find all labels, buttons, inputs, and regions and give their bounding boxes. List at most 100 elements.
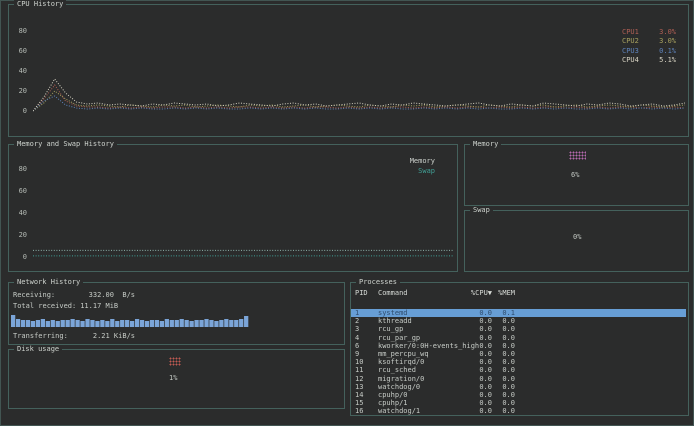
- process-cell-cmd: rcu_par_gp: [378, 334, 458, 342]
- memory-gauge-title: Memory: [470, 140, 501, 149]
- process-cell-pid: 11: [351, 366, 378, 374]
- cpu-legend-label: CPU2: [622, 37, 646, 46]
- cpu-legend-value: 5.1%: [646, 56, 676, 65]
- process-cell-mem: 0.0: [492, 366, 515, 374]
- process-row[interactable]: 9mm_percpu_wq0.00.0: [351, 350, 686, 358]
- y-tick-label: 0: [11, 107, 27, 115]
- y-tick-label: 60: [11, 187, 27, 195]
- transferring-value: 2.21 KiB/s: [76, 332, 135, 340]
- cpu-legend-row: CPU13.0%: [622, 28, 676, 37]
- cpu-history-chart: [33, 21, 685, 117]
- process-cell-cpu: 0.0: [458, 342, 492, 350]
- process-cell-mem: 0.0: [492, 383, 515, 391]
- process-cell-mem: 0.1: [492, 309, 515, 317]
- process-row[interactable]: 6kworker/0:0H-events_high0.00.0: [351, 342, 686, 350]
- memory-gauge-donut: [569, 151, 586, 160]
- process-cell-cpu: 0.0: [458, 358, 492, 366]
- network-receiving-line: Receiving: 332.00 B/s: [13, 291, 135, 299]
- process-cell-pid: 3: [351, 325, 378, 333]
- total-received-label: Total received:: [13, 302, 76, 310]
- process-row[interactable]: 13watchdog/00.00.0: [351, 383, 686, 391]
- system-monitor-screen: CPU History 806040200 CPU13.0%CPU23.0%CP…: [0, 0, 694, 426]
- swap-gauge-percent: 0%: [573, 233, 581, 241]
- process-cell-pid: 12: [351, 375, 378, 383]
- cpu-legend-label: CPU4: [622, 56, 646, 65]
- memory-swap-legend: Memory Swap: [410, 157, 435, 176]
- disk-usage-donut: [169, 357, 181, 366]
- y-tick-label: 40: [11, 67, 27, 75]
- process-cell-pid: 1: [351, 309, 378, 317]
- cpu-legend-value: 0.1%: [646, 47, 676, 56]
- col-header-command[interactable]: Command: [378, 289, 458, 297]
- process-cell-mem: 0.0: [492, 325, 515, 333]
- process-cell-mem: 0.0: [492, 391, 515, 399]
- y-tick-label: 20: [11, 231, 27, 239]
- cpu-legend-row: CPU45.1%: [622, 56, 676, 65]
- process-row[interactable]: 11rcu_sched0.00.0: [351, 366, 686, 374]
- swap-gauge-title: Swap: [470, 206, 493, 215]
- processes-table[interactable]: 1systemd0.00.12kthreadd0.00.03rcu_gp0.00…: [351, 309, 686, 415]
- y-tick-label: 80: [11, 165, 27, 173]
- process-cell-cpu: 0.0: [458, 375, 492, 383]
- disk-usage-panel: Disk usage 1%: [8, 349, 345, 409]
- process-row[interactable]: 14cpuhp/00.00.0: [351, 391, 686, 399]
- receiving-value: 332.00 B/s: [76, 291, 135, 299]
- process-cell-pid: 10: [351, 358, 378, 366]
- cpu-history-panel: CPU History 806040200 CPU13.0%CPU23.0%CP…: [8, 4, 689, 137]
- col-header-mem[interactable]: %MEM: [492, 289, 515, 297]
- process-cell-cmd: rcu_sched: [378, 366, 458, 374]
- process-row[interactable]: 4rcu_par_gp0.00.0: [351, 334, 686, 342]
- process-row[interactable]: 3rcu_gp0.00.0: [351, 325, 686, 333]
- disk-usage-percent: 1%: [169, 374, 177, 382]
- y-tick-label: 80: [11, 27, 27, 35]
- process-cell-cmd: cpuhp/1: [378, 399, 458, 407]
- process-cell-pid: 2: [351, 317, 378, 325]
- cpu-legend-value: 3.0%: [646, 37, 676, 46]
- network-history-panel: Network History Receiving: 332.00 B/s To…: [8, 282, 345, 345]
- process-cell-cmd: mm_percpu_wq: [378, 350, 458, 358]
- process-row-selected[interactable]: 1systemd0.00.1: [351, 309, 686, 317]
- process-cell-mem: 0.0: [492, 375, 515, 383]
- process-cell-pid: 9: [351, 350, 378, 358]
- process-cell-mem: 0.0: [492, 358, 515, 366]
- process-row[interactable]: 15cpuhp/10.00.0: [351, 399, 686, 407]
- cpu-legend-label: CPU3: [622, 47, 646, 56]
- col-header-pid[interactable]: PID: [351, 289, 378, 297]
- network-transferring-line: Transferring: 2.21 KiB/s: [13, 332, 135, 340]
- y-tick-label: 40: [11, 209, 27, 217]
- processes-header-row: PID Command %CPU▼ %MEM: [351, 289, 686, 297]
- process-cell-cpu: 0.0: [458, 309, 492, 317]
- process-cell-cpu: 0.0: [458, 334, 492, 342]
- disk-usage-title: Disk usage: [14, 345, 62, 354]
- process-cell-cpu: 0.0: [458, 383, 492, 391]
- network-total-received-line: Total received: 11.17 MiB: [13, 302, 118, 310]
- process-cell-cmd: watchdog/0: [378, 383, 458, 391]
- process-cell-pid: 16: [351, 407, 378, 415]
- process-cell-mem: 0.0: [492, 407, 515, 415]
- process-cell-mem: 0.0: [492, 334, 515, 342]
- col-header-cpu[interactable]: %CPU▼: [458, 289, 492, 297]
- process-cell-cpu: 0.0: [458, 317, 492, 325]
- process-cell-pid: 15: [351, 399, 378, 407]
- network-receiving-sparkline: [11, 312, 249, 327]
- process-row[interactable]: 2kthreadd0.00.0: [351, 317, 686, 325]
- process-cell-cpu: 0.0: [458, 407, 492, 415]
- process-cell-cmd: kthreadd: [378, 317, 458, 325]
- memory-swap-history-chart: [33, 157, 453, 265]
- y-tick-label: 60: [11, 47, 27, 55]
- swap-gauge-panel: Swap 0%: [464, 210, 689, 272]
- memory-legend-label: Memory: [410, 157, 435, 167]
- process-cell-cpu: 0.0: [458, 399, 492, 407]
- total-received-value: 11.17 MiB: [76, 302, 118, 310]
- process-cell-cpu: 0.0: [458, 366, 492, 374]
- cpu-legend-label: CPU1: [622, 28, 646, 37]
- process-row[interactable]: 10ksoftirqd/00.00.0: [351, 358, 686, 366]
- swap-legend-label: Swap: [410, 167, 435, 177]
- process-row[interactable]: 12migration/00.00.0: [351, 375, 686, 383]
- process-row[interactable]: 16watchdog/10.00.0: [351, 407, 686, 415]
- process-cell-cmd: cpuhp/0: [378, 391, 458, 399]
- process-cell-mem: 0.0: [492, 350, 515, 358]
- processes-title: Processes: [356, 278, 400, 287]
- y-tick-label: 20: [11, 87, 27, 95]
- processes-panel: Processes PID Command %CPU▼ %MEM 1system…: [350, 282, 689, 416]
